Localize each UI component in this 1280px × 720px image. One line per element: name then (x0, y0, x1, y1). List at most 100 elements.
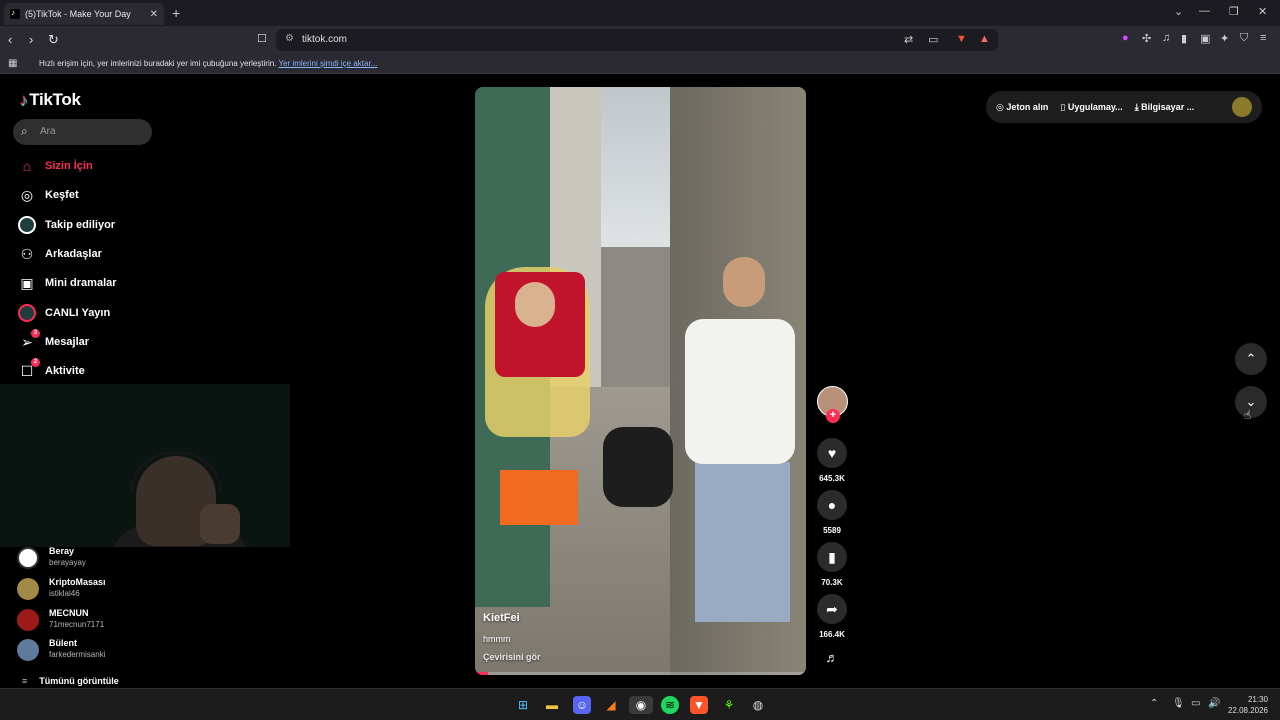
comment-button[interactable]: ● 5589 (817, 490, 847, 535)
sound-icon[interactable]: ♬ (823, 650, 841, 668)
url-text: tiktok.com (302, 34, 348, 45)
media-icon[interactable]: ♫ (1162, 32, 1170, 44)
account-name: KriptoMasası (49, 577, 106, 587)
save-button[interactable]: ▮ 70.3K (817, 542, 847, 587)
following-account[interactable]: Bülent farkedermisanki (17, 636, 217, 664)
account-name: Beray (49, 546, 75, 556)
desktop-app-label: Bilgisayar ... (1141, 101, 1195, 112)
tiktok-page: ♪ TikTok ⌕ Ara ⌂ Sizin İçin ◎ Keşfet Taki… (0, 76, 1280, 686)
sidebar-icon[interactable]: ▮ (1181, 32, 1187, 45)
desktop-app-button[interactable]: ⤓ Bilgisayar ... (1135, 102, 1195, 113)
search-input[interactable]: ⌕ Ara (13, 119, 152, 145)
previous-video-button[interactable]: ⌃ (1235, 343, 1267, 375)
maximize-icon[interactable]: ❐ (1229, 5, 1239, 18)
share-button[interactable]: ➦ 166.4K (817, 594, 847, 639)
nav-activity[interactable]: ☐ 2 Aktivite (17, 358, 177, 382)
tab-title: (5)TikTok - Make Your Day (25, 9, 131, 19)
minimize-icon[interactable]: — (1199, 5, 1210, 17)
window-close-icon[interactable]: ✕ (1258, 5, 1267, 18)
shield-icon[interactable]: ⛉ (1240, 32, 1248, 45)
tab-list-icon[interactable]: ⌄ (1174, 5, 1183, 18)
follow-plus-icon[interactable]: + (826, 409, 840, 423)
like-button[interactable]: ♥ 645.3K (817, 438, 847, 483)
rewards-icon[interactable]: ▲ (979, 33, 990, 45)
cast-icon[interactable]: ▭ (928, 33, 938, 46)
compass-icon: ◎ (20, 186, 34, 203)
video-author[interactable]: KietFei (483, 612, 520, 624)
forward-icon[interactable]: › (29, 32, 33, 47)
reload-icon[interactable]: ↻ (48, 32, 59, 48)
browser-tab[interactable]: (5)TikTok - Make Your Day ✕ (4, 3, 164, 25)
live-icon (17, 304, 37, 322)
clock[interactable]: 21:30 22.08.2026 (1228, 694, 1268, 716)
import-bookmarks-link[interactable]: Yer imlerini şimdi içe aktar... (278, 59, 377, 68)
url-bar[interactable]: ⚙ tiktok.com ⇄ ▭ ▼ ▲ (276, 29, 998, 51)
save-count: 70.3K (821, 578, 843, 587)
home-icon: ⌂ (22, 158, 32, 174)
avatar (17, 578, 39, 600)
clock-time: 21:30 (1247, 695, 1268, 704)
see-translation-link[interactable]: Çevirisini gör (483, 652, 541, 662)
tab-close-icon[interactable]: ✕ (150, 9, 158, 20)
menu-icon[interactable]: ≡ (1260, 32, 1266, 44)
video-progress-fill (475, 672, 489, 675)
translate-icon[interactable]: ⇄ (904, 33, 913, 46)
get-app-button[interactable]: ▯ Uygulamay... (1060, 102, 1122, 113)
comment-icon: ● (817, 490, 847, 520)
bookmark-message: Hızlı erişim için, yer imlerinizi burada… (39, 59, 377, 68)
video-player[interactable]: KietFei hmmm Çevirisini gör (475, 87, 806, 675)
volume-icon[interactable]: 🔊 (1208, 698, 1220, 709)
account-username: istiklal46 (49, 589, 80, 598)
steam-icon[interactable]: ◉ (629, 696, 653, 714)
top-action-bar: ◎ Jeton alın ▯ Uygulamay... ⤓ Bilgisayar… (986, 91, 1262, 123)
nav-label: Takip ediliyor (45, 219, 116, 231)
microphone-icon[interactable]: 🎙 (1172, 698, 1185, 709)
network-icon[interactable]: ▭ (1191, 698, 1200, 709)
share-count: 166.4K (819, 630, 845, 639)
vpn-icon[interactable]: ● (1122, 32, 1129, 44)
get-coins-button[interactable]: ◎ Jeton alın (996, 102, 1048, 113)
nav-messages[interactable]: ➢ 3 Mesajlar (17, 329, 177, 353)
following-account[interactable]: KriptoMasası istiklal46 (17, 575, 217, 603)
avatar (17, 639, 39, 661)
creator-avatar[interactable]: + (817, 386, 848, 423)
nav-friends[interactable]: ⚇ Arkadaşlar (17, 243, 177, 265)
nav-live[interactable]: CANLI Yayın (17, 302, 177, 324)
nav-explore[interactable]: ◎ Keşfet (17, 184, 177, 206)
extensions-icon[interactable]: ✣ (1142, 32, 1151, 45)
discord-icon[interactable]: ☺ (573, 696, 591, 714)
nav-mini-dramas[interactable]: ▣ Mini dramalar (17, 272, 177, 294)
nav-for-you[interactable]: ⌂ Sizin İçin (17, 155, 177, 177)
bookmark-icon[interactable]: ☐ (257, 32, 267, 45)
following-icon (17, 216, 37, 234)
kick-icon[interactable]: ⚘ (720, 696, 738, 714)
start-icon[interactable]: ⊞ (514, 696, 532, 714)
following-account[interactable]: MECNUN 71mecnun7171 (17, 606, 217, 634)
back-icon[interactable]: ‹ (8, 32, 12, 47)
ai-icon[interactable]: ✦ (1220, 32, 1229, 45)
profile-avatar[interactable] (1232, 97, 1252, 117)
wallet-icon[interactable]: ▣ (1200, 32, 1210, 45)
tray-chevron-icon[interactable]: ⌃ (1150, 698, 1158, 709)
bookmark-message-text: Hızlı erişim için, yer imlerinizi burada… (39, 59, 277, 68)
following-account[interactable]: Beray berayayay (17, 544, 217, 572)
apps-grid-icon[interactable]: ▦ (8, 58, 17, 69)
app-icon[interactable]: ◢ (602, 696, 620, 714)
brave-icon[interactable]: ▼ (690, 696, 708, 714)
brave-shield-icon[interactable]: ▼ (956, 33, 967, 45)
nav-following[interactable]: Takip ediliyor (17, 214, 177, 236)
spotify-icon[interactable]: ≋ (661, 696, 679, 714)
tiktok-logo[interactable]: ♪ TikTok (19, 90, 81, 110)
new-tab-icon[interactable]: + (172, 5, 180, 21)
nav-label: Arkadaşlar (45, 248, 102, 260)
see-all-button[interactable]: ≡ Tümünü görüntüle (22, 676, 119, 686)
list-icon: ≡ (22, 676, 28, 686)
messages-badge: 3 (31, 329, 40, 338)
site-info-icon[interactable]: ⚙ (285, 33, 294, 44)
heart-icon: ♥ (817, 438, 847, 468)
obs-icon[interactable]: ◍ (749, 696, 767, 714)
file-explorer-icon[interactable]: ▬ (543, 696, 561, 714)
activity-badge: 2 (31, 358, 40, 367)
nav-label: Mini dramalar (45, 277, 117, 289)
video-progress-bar[interactable] (475, 672, 806, 675)
